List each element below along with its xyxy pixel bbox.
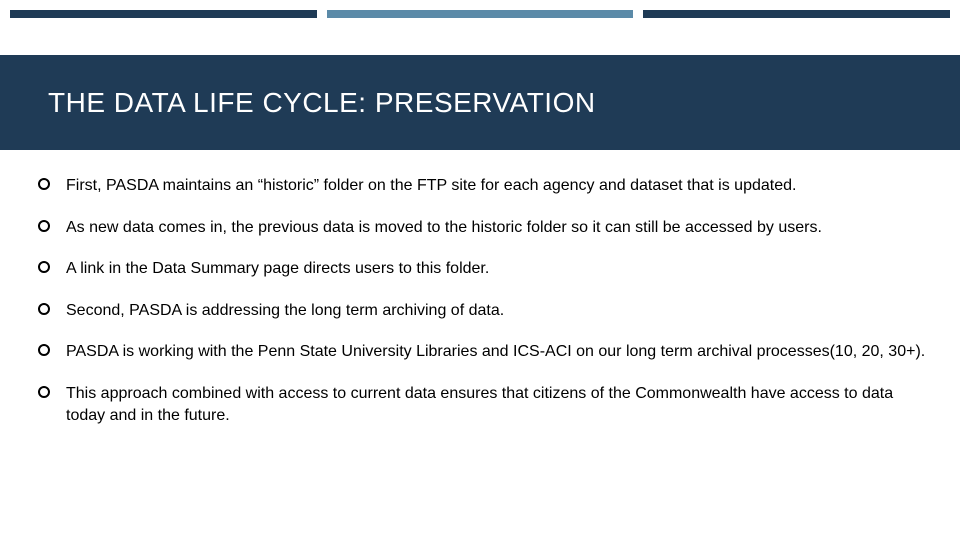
bullet-marker-icon [38,303,50,315]
bullet-item: A link in the Data Summary page directs … [38,258,930,280]
slide: THE DATA LIFE CYCLE: PRESERVATION First,… [0,0,960,540]
top-stripe [10,10,950,18]
bullet-item: This approach combined with access to cu… [38,383,930,426]
stripe-segment-dark [10,10,317,18]
bullet-text: A link in the Data Summary page directs … [66,260,489,277]
bullet-marker-icon [38,220,50,232]
bullet-item: First, PASDA maintains an “historic” fol… [38,175,930,197]
bullet-text: First, PASDA maintains an “historic” fol… [66,177,796,194]
slide-title: THE DATA LIFE CYCLE: PRESERVATION [48,87,596,119]
bullet-text: This approach combined with access to cu… [66,385,893,424]
stripe-segment-light [327,10,634,18]
bullet-list: First, PASDA maintains an “historic” fol… [38,175,930,426]
bullet-marker-icon [38,344,50,356]
bullet-text: PASDA is working with the Penn State Uni… [66,343,925,360]
bullet-marker-icon [38,178,50,190]
stripe-segment-dark [643,10,950,18]
title-band: THE DATA LIFE CYCLE: PRESERVATION [0,55,960,150]
bullet-item: As new data comes in, the previous data … [38,217,930,239]
bullet-marker-icon [38,386,50,398]
slide-body: First, PASDA maintains an “historic” fol… [38,175,930,446]
bullet-text: As new data comes in, the previous data … [66,219,822,236]
bullet-item: PASDA is working with the Penn State Uni… [38,341,930,363]
bullet-marker-icon [38,261,50,273]
bullet-item: Second, PASDA is addressing the long ter… [38,300,930,322]
bullet-text: Second, PASDA is addressing the long ter… [66,302,504,319]
